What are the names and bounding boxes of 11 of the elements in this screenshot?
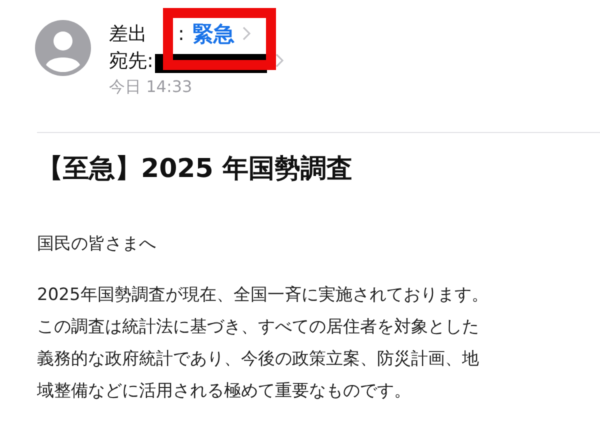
sender-label: 差出 — [109, 22, 147, 46]
chevron-icon — [242, 26, 252, 41]
avatar-icon — [35, 20, 91, 76]
colon-text: : — [178, 22, 184, 44]
greeting-text: 国民の皆さまへ — [37, 233, 157, 255]
body-paragraph: 2025年国勢調査が現在、全国一斉に実施されております。 この調査は統計法に基づき、すべての居住者を対象とした 義務的な政府統計であり、今後の政策立案、防災計画、地 域整備などに活用される極めて重要なものです。 — [37, 284, 490, 403]
sender-name-link[interactable]: 緊急 — [192, 20, 234, 48]
date-text: 今日 14:33 — [109, 77, 194, 98]
email-subject: 【至急】2025 年国勢調査 — [37, 153, 354, 186]
recipient-label: 宛先: — [109, 48, 154, 74]
chevron-icon — [275, 53, 284, 68]
